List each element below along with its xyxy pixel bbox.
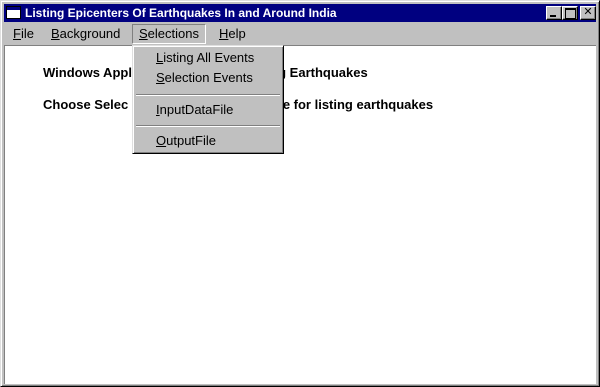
listing-all-events-label: isting All Events — [163, 50, 255, 65]
menu-selections[interactable]: Selections — [132, 24, 206, 44]
intro-line-2-left: Choose Selec — [43, 97, 129, 112]
menu-separator — [136, 94, 280, 96]
menu-separator — [136, 125, 280, 127]
maximize-button[interactable] — [562, 6, 578, 20]
menu-help-label: elp — [228, 26, 246, 41]
menu-item-selection-events[interactable]: Selection Events — [156, 69, 253, 87]
app-window: Listing Epicenters Of Earthquakes In and… — [0, 0, 600, 387]
output-file-label: utputFile — [166, 133, 216, 148]
intro-line-2-right: file for listing earthquakes — [271, 97, 434, 112]
menu-background[interactable]: Background — [45, 24, 126, 44]
menu-selections-label: elections — [147, 26, 199, 41]
menu-item-input-data-file[interactable]: InputDataFile — [156, 101, 233, 119]
menu-help[interactable]: Help — [213, 24, 252, 44]
app-icon[interactable] — [6, 6, 21, 19]
close-button[interactable] — [580, 5, 596, 20]
selection-events-label: election Events — [164, 70, 253, 85]
intro-line-1-left: Windows Appl — [43, 65, 132, 80]
menu-bar: File Background Selections Help — [4, 23, 596, 44]
client-area: Windows Appl nd Listing Earthquakes Choos… — [4, 45, 596, 384]
title-bar[interactable]: Listing Epicenters Of Earthquakes In and… — [4, 4, 596, 22]
menu-item-listing-all-events[interactable]: Listing All Events — [156, 49, 254, 67]
menu-item-output-file[interactable]: OutputFile — [156, 132, 216, 150]
menu-background-accel: B — [51, 26, 60, 41]
menu-background-label: ackground — [59, 26, 121, 41]
window-title: Listing Epicenters Of Earthquakes In and… — [25, 6, 337, 20]
menu-file-label: ile — [20, 26, 34, 41]
output-file-accel: O — [156, 133, 167, 148]
input-data-file-label: nputDataFile — [159, 102, 234, 117]
menu-file[interactable]: File — [7, 24, 40, 44]
minimize-button[interactable] — [546, 6, 562, 20]
menu-help-accel: H — [219, 26, 229, 41]
selection-events-accel: S — [156, 70, 165, 85]
menu-file-accel: F — [13, 26, 21, 41]
menu-selections-accel: S — [139, 26, 148, 41]
selections-dropdown: Listing All Events Selection Events Inpu… — [132, 45, 284, 154]
